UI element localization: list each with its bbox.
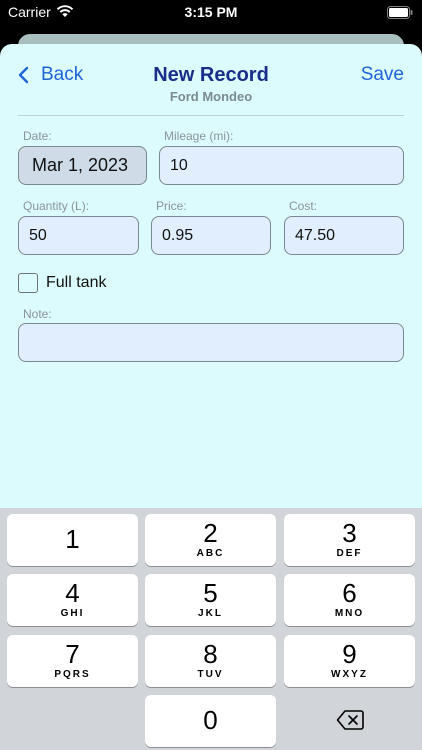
date-picker[interactable]: Mar 1, 2023 (18, 146, 147, 185)
key-letters: TUV (197, 669, 224, 680)
mileage-label: Mileage (mi): (164, 129, 234, 143)
page-subtitle: Ford Mondeo (169, 89, 253, 104)
date-value: Mar 1, 2023 (32, 155, 129, 175)
key-letters: WXYZ (331, 669, 368, 680)
key-1[interactable]: 1 (7, 514, 138, 566)
header-divider (18, 115, 404, 116)
note-field[interactable] (18, 323, 404, 362)
price-value: 0.95 (162, 226, 194, 244)
key-5[interactable]: 5 JKL (145, 574, 276, 626)
quantity-value: 50 (29, 226, 47, 244)
status-bar: Carrier 3:15 PM (0, 0, 422, 26)
key-digit: 7 (65, 639, 80, 669)
full-tank-label[interactable]: Full tank (46, 274, 106, 292)
price-label: Price: (156, 199, 187, 213)
price-field[interactable]: 0.95 (151, 216, 271, 255)
key-letters: ABC (196, 548, 225, 559)
key-letters: DEF (336, 548, 363, 559)
key-digit: 6 (342, 578, 357, 608)
date-label: Date: (23, 129, 52, 143)
key-3[interactable]: 3 DEF (284, 514, 415, 566)
key-letters: MNO (334, 608, 365, 619)
key-letters: GHI (60, 608, 85, 619)
key-7[interactable]: 7 PQRS (7, 635, 138, 687)
save-button[interactable]: Save (361, 64, 404, 86)
key-8[interactable]: 8 TUV (145, 635, 276, 687)
cost-value: 47.50 (295, 226, 336, 244)
key-letters: PQRS (54, 669, 91, 680)
key-digit: 4 (65, 578, 80, 608)
cost-label: Cost: (289, 199, 318, 213)
key-digit: 9 (342, 639, 357, 669)
key-6[interactable]: 6 MNO (284, 574, 415, 626)
key-digit: 1 (65, 524, 80, 554)
key-digit: 3 (342, 518, 357, 548)
cost-field[interactable]: 47.50 (284, 216, 404, 255)
numeric-keyboard: 1 2 ABC 3 DEF 4 GHI 5 JKL 6 MNO 7 PQRS 8… (0, 508, 422, 750)
key-digit: 0 (203, 705, 218, 735)
mileage-field[interactable]: 10 (159, 146, 404, 185)
key-4[interactable]: 4 GHI (7, 574, 138, 626)
mileage-value: 10 (170, 156, 188, 174)
key-0[interactable]: 0 (145, 695, 276, 747)
note-label: Note: (23, 307, 52, 321)
page-title: New Record (153, 64, 269, 86)
key-digit: 2 (203, 518, 218, 548)
key-2[interactable]: 2 ABC (145, 514, 276, 566)
key-9[interactable]: 9 WXYZ (284, 635, 415, 687)
quantity-label: Quantity (L): (23, 199, 90, 213)
status-time: 3:15 PM (184, 4, 238, 20)
quantity-field[interactable]: 50 (18, 216, 139, 255)
full-tank-checkbox[interactable] (18, 273, 38, 293)
key-digit: 8 (203, 639, 218, 669)
key-digit: 5 (203, 578, 218, 608)
delete-key[interactable] (284, 695, 415, 747)
battery-icon (387, 6, 413, 19)
delete-backspace-icon (336, 710, 364, 730)
key-letters: JKL (198, 608, 223, 619)
